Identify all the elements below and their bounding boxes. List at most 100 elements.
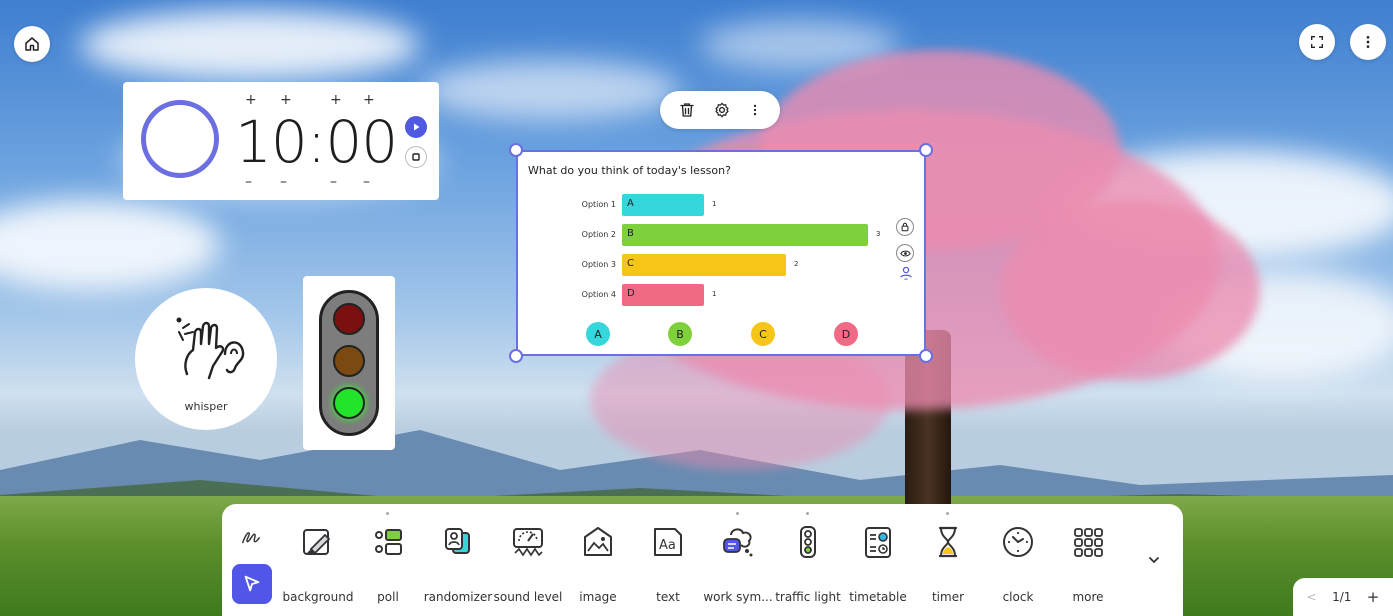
poll-result-row: Option 4 D 1: [518, 284, 924, 306]
minutes-tens-decrease[interactable]: –: [245, 174, 252, 190]
poll-visibility-button[interactable]: [896, 244, 914, 262]
poll-bar-c: C: [622, 254, 786, 276]
settings-gear-icon[interactable]: [713, 101, 731, 119]
hourglass-icon: [938, 526, 958, 558]
poll-option-label: Option 2: [581, 230, 616, 239]
grid-icon: [1074, 528, 1103, 557]
svg-text:Aa: Aa: [659, 538, 676, 553]
seconds-tens-increase[interactable]: +: [330, 92, 342, 108]
seconds-tens-decrease[interactable]: –: [330, 174, 337, 190]
green-lamp[interactable]: [333, 387, 365, 419]
poll-vote-count: 1: [712, 290, 717, 298]
tool-sound-level[interactable]: sound level: [492, 522, 564, 614]
poll-question: What do you think of today's lesson?: [528, 164, 731, 177]
whisper-label: whisper: [184, 400, 228, 413]
poll-result-row: Option 1 A 1: [518, 194, 924, 216]
home-button[interactable]: [14, 26, 50, 62]
poll-vote-count: 1: [712, 200, 717, 208]
pointer-arrow-icon: [244, 575, 260, 592]
trash-icon[interactable]: [678, 101, 696, 119]
resize-handle-top-left[interactable]: [509, 143, 523, 157]
pen-scribble-icon: [242, 532, 260, 544]
prev-page-button[interactable]: <: [1307, 590, 1317, 604]
poll-vote-count: 3: [876, 230, 881, 238]
poll-bar-letter: A: [627, 198, 634, 209]
tool-image[interactable]: image: [562, 522, 634, 614]
poll-result-row: Option 3 C 2: [518, 254, 924, 276]
background-icon: [303, 529, 331, 555]
seconds-ones-increase[interactable]: +: [363, 92, 375, 108]
tool-more[interactable]: more: [1052, 522, 1124, 614]
poll-bar-d: D: [622, 284, 704, 306]
add-page-button[interactable]: +: [1367, 588, 1380, 606]
tool-work-symbols[interactable]: work sym...: [702, 522, 774, 614]
vote-button-a[interactable]: A: [586, 322, 610, 346]
poll-option-label: Option 1: [581, 200, 616, 209]
tool-label: more: [1072, 590, 1104, 604]
amber-lamp[interactable]: [333, 345, 365, 377]
text-icon: Aa: [654, 528, 682, 556]
tool-text[interactable]: Aa text: [632, 522, 704, 614]
fullscreen-button[interactable]: [1299, 24, 1335, 60]
vertical-dots-icon[interactable]: [748, 101, 762, 119]
clock-icon: [1003, 527, 1033, 557]
tool-timetable[interactable]: timetable: [842, 522, 914, 614]
collapse-toolbar-button[interactable]: [1144, 550, 1164, 570]
timer-display: 10:00: [235, 108, 398, 176]
poll-bar-letter: C: [627, 258, 634, 269]
resize-handle-bottom-right[interactable]: [919, 349, 933, 363]
timer-play-button[interactable]: [405, 116, 427, 138]
eye-icon: [899, 250, 911, 256]
select-tool-button[interactable]: [232, 564, 272, 604]
work-symbol-icon: [723, 528, 753, 557]
tool-poll[interactable]: poll: [352, 522, 424, 614]
page-navigator: < 1/1 +: [1293, 578, 1393, 616]
lock-icon: [901, 222, 909, 232]
widget-toolbar: [660, 91, 780, 129]
poll-bar-a: A: [622, 194, 704, 216]
poll-lock-button[interactable]: [896, 218, 914, 236]
tool-clock[interactable]: clock: [982, 522, 1054, 614]
vote-button-c[interactable]: C: [751, 322, 775, 346]
tool-timer[interactable]: timer: [912, 522, 984, 614]
poll-icon: [375, 529, 402, 555]
timetable-icon: [865, 527, 891, 558]
chevron-down-icon: [1149, 557, 1159, 564]
traffic-light-widget[interactable]: [303, 276, 395, 450]
home-icon: [25, 37, 39, 51]
minutes-tens-increase[interactable]: +: [245, 92, 257, 108]
more-options-button[interactable]: [1350, 24, 1386, 60]
seconds-ones-decrease[interactable]: –: [363, 174, 370, 190]
tool-traffic-light[interactable]: traffic light: [772, 522, 844, 614]
tool-randomizer[interactable]: randomizer: [422, 522, 494, 614]
page-indicator: 1/1: [1332, 590, 1352, 604]
resize-handle-bottom-left[interactable]: [509, 349, 523, 363]
user-question-icon: [900, 266, 912, 280]
timer-widget[interactable]: + + + + 10:00 – – – –: [123, 82, 439, 200]
poll-vote-count: 2: [794, 260, 799, 268]
image-icon: [584, 527, 612, 556]
traffic-light-icon: [800, 526, 816, 558]
timer-stop-button[interactable]: [405, 146, 427, 168]
play-icon: [414, 123, 420, 131]
poll-participants-button[interactable]: [899, 266, 913, 282]
poll-result-row: Option 2 B 3: [518, 224, 924, 246]
pen-tool-button[interactable]: [236, 522, 266, 552]
vote-button-d[interactable]: D: [834, 322, 858, 346]
tool-background[interactable]: background: [282, 522, 354, 614]
poll-bar-letter: B: [627, 228, 634, 239]
stop-icon: [412, 153, 420, 161]
poll-option-label: Option 3: [581, 260, 616, 269]
traffic-light-body: [319, 290, 379, 436]
work-symbol-whisper[interactable]: whisper: [135, 288, 277, 430]
red-lamp[interactable]: [333, 303, 365, 335]
timer-progress-ring: [141, 100, 219, 178]
widget-toolbar-bottom: background poll randomizer sound level i…: [222, 504, 1183, 616]
vote-button-b[interactable]: B: [668, 322, 692, 346]
fullscreen-icon: [1311, 36, 1323, 48]
poll-widget[interactable]: What do you think of today's lesson? Opt…: [516, 150, 926, 356]
minutes-ones-increase[interactable]: +: [280, 92, 292, 108]
minutes-ones-decrease[interactable]: –: [280, 174, 287, 190]
vertical-dots-icon: [1366, 36, 1370, 48]
resize-handle-top-right[interactable]: [919, 143, 933, 157]
